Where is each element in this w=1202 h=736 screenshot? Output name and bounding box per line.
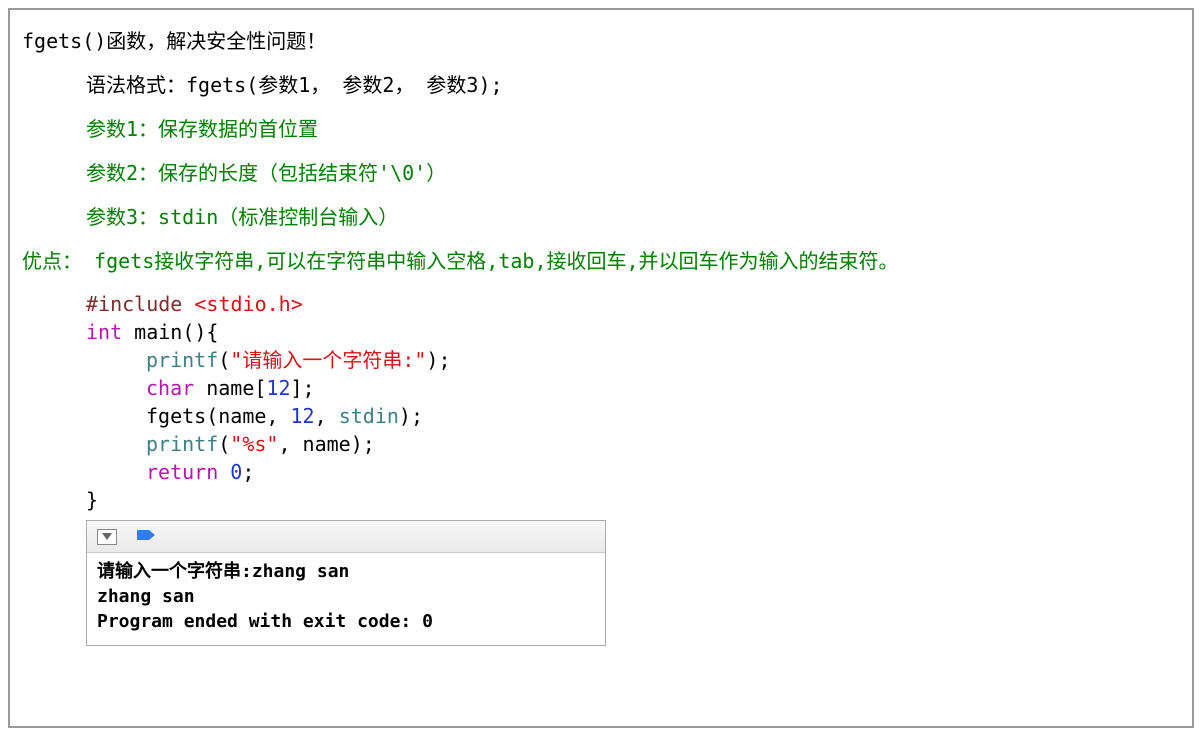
- code-printf2: printf("%s", name);: [86, 430, 1180, 458]
- continue-icon[interactable]: [137, 527, 157, 546]
- code-fgets: fgets(name, 12, stdin);: [86, 402, 1180, 430]
- param1-line: 参数1：保存数据的首位置: [22, 114, 1180, 144]
- console-line-1: 请输入一个字符串:zhang san: [97, 559, 595, 584]
- advantage-line: 优点： fgets接收字符串,可以在字符串中输入空格,tab,接收回车,并以回车…: [22, 246, 1180, 276]
- code-block: #include <stdio.h> int main(){ printf("请…: [22, 290, 1180, 514]
- console-line-3: Program ended with exit code: 0: [97, 609, 595, 634]
- param3-line: 参数3：stdin（标准控制台输入）: [22, 202, 1180, 232]
- code-chardecl: char name[12];: [86, 374, 1180, 402]
- code-return: return 0;: [86, 458, 1180, 486]
- title-line: fgets()函数，解决安全性问题！: [22, 26, 1180, 56]
- code-printf1: printf("请输入一个字符串:");: [86, 346, 1180, 374]
- code-include: #include <stdio.h>: [86, 290, 1180, 318]
- console-toolbar: [87, 521, 605, 553]
- console-output: 请输入一个字符串:zhang san zhang san Program end…: [87, 553, 605, 645]
- document-frame: fgets()函数，解决安全性问题！ 语法格式：fgets(参数1， 参数2， …: [8, 8, 1194, 728]
- dropdown-icon[interactable]: [97, 529, 117, 545]
- syntax-line: 语法格式：fgets(参数1， 参数2， 参数3);: [22, 70, 1180, 100]
- console-line-2: zhang san: [97, 584, 595, 609]
- console-panel: 请输入一个字符串:zhang san zhang san Program end…: [86, 520, 606, 646]
- code-closebrace: }: [86, 486, 1180, 514]
- code-main: int main(){: [86, 318, 1180, 346]
- param2-line: 参数2：保存的长度（包括结束符'\0'）: [22, 158, 1180, 188]
